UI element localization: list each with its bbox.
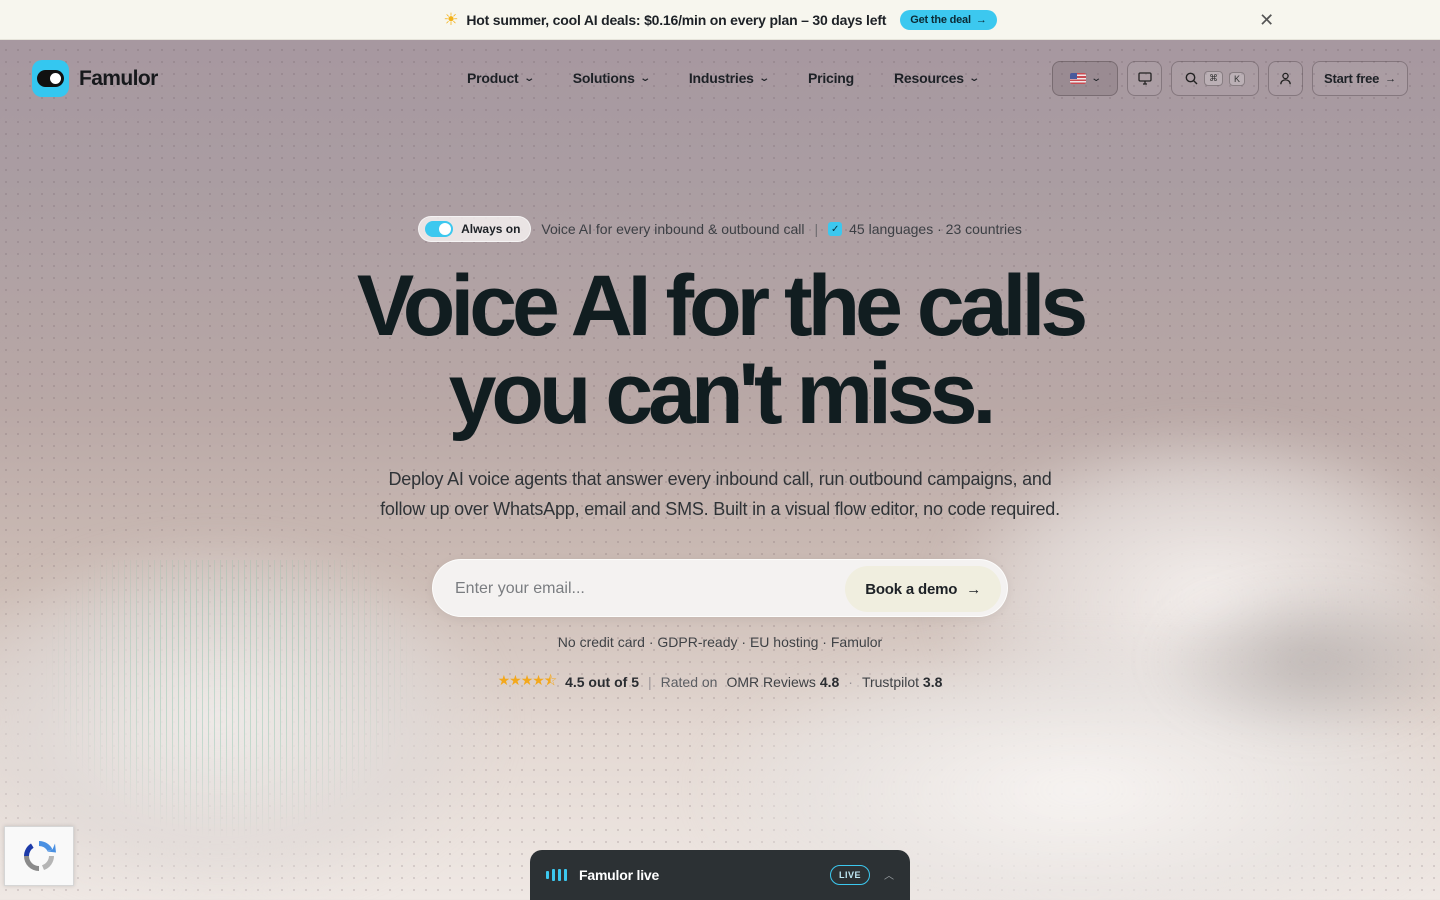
fine-print: No credit card · GDPR-ready · EU hosting… bbox=[557, 634, 883, 650]
dot-separator: · bbox=[848, 674, 853, 690]
chevron-up-icon[interactable]: ︿ bbox=[884, 867, 894, 882]
star-rating-icon: ★★★★⯪ bbox=[497, 672, 557, 688]
toggle-icon bbox=[425, 221, 454, 237]
email-input[interactable] bbox=[455, 576, 845, 602]
audio-bars-icon bbox=[546, 869, 567, 881]
trustpilot-score: 3.8 bbox=[922, 674, 943, 690]
command-key: ⌘ bbox=[1203, 71, 1223, 86]
toggle-logo-icon bbox=[32, 60, 69, 97]
chevron-down-icon: ⌄ bbox=[639, 72, 651, 84]
brand-name: Famulor bbox=[79, 66, 158, 90]
live-badge: LIVE bbox=[829, 865, 870, 885]
nav-item-solutions[interactable]: Solutions ⌄ bbox=[572, 70, 651, 86]
voice-wave-decoration bbox=[40, 560, 420, 840]
arrow-right-icon: → bbox=[966, 580, 981, 598]
live-title: Famulor live bbox=[579, 867, 660, 883]
trustpilot-label: Trustpilot bbox=[861, 674, 920, 690]
omr-reviews-link[interactable]: OMR Reviews 4.8 bbox=[726, 674, 839, 690]
nav-item-label: Product bbox=[467, 70, 519, 86]
hero-badge-row: Always on Voice AI for every inbound & o… bbox=[0, 216, 1440, 242]
rating-score: 4.5 out of 5 bbox=[565, 674, 639, 690]
k-key: K bbox=[1228, 71, 1245, 86]
user-icon bbox=[1280, 72, 1291, 85]
nav-item-resources[interactable]: Resources ⌄ bbox=[894, 70, 980, 86]
chevron-down-icon: ⌄ bbox=[968, 72, 980, 84]
nav-item-label: Solutions bbox=[572, 70, 635, 86]
nav-item-pricing[interactable]: Pricing bbox=[808, 70, 854, 86]
nav-item-label: Industries bbox=[688, 70, 754, 86]
start-free-button[interactable]: Start free → bbox=[1312, 61, 1408, 96]
always-on-label: Always on bbox=[461, 222, 521, 236]
always-on-pill: Always on bbox=[418, 216, 532, 242]
cloud-decoration bbox=[1150, 580, 1440, 740]
close-icon[interactable]: ✕ bbox=[1259, 10, 1274, 31]
sun-icon: ☀ bbox=[443, 9, 459, 29]
nav-item-industries[interactable]: Industries ⌄ bbox=[688, 70, 770, 86]
search-button[interactable]: ⌘ K bbox=[1171, 61, 1259, 96]
book-demo-label: Book a demo bbox=[865, 580, 958, 598]
nav-item-label: Resources bbox=[894, 70, 964, 86]
email-signup-form: Book a demo → bbox=[432, 559, 1008, 617]
famulor-live-bar[interactable]: Famulor live LIVE ︿ bbox=[530, 850, 910, 900]
checkmark-icon: ✓ bbox=[828, 222, 843, 236]
nav-item-product[interactable]: Product ⌄ bbox=[467, 70, 535, 86]
main-nav: Famulor Product ⌄ Solutions ⌄ Industries… bbox=[0, 58, 1440, 100]
promo-text: Hot summer, cool AI deals: $0.16/min on … bbox=[466, 11, 887, 28]
hero-title: Voice AI for the calls you can't miss. bbox=[0, 262, 1440, 438]
recaptcha-icon bbox=[24, 841, 56, 871]
hero-title-line1: Voice AI for the calls bbox=[356, 258, 1088, 354]
omr-score: 4.8 bbox=[819, 674, 840, 690]
omr-label: OMR Reviews bbox=[726, 674, 816, 690]
divider: | bbox=[647, 674, 652, 690]
divider: | bbox=[814, 221, 819, 237]
arrow-right-icon: → bbox=[975, 13, 987, 26]
chevron-down-icon: ⌄ bbox=[522, 72, 535, 84]
account-button[interactable] bbox=[1268, 61, 1303, 96]
get-the-deal-label: Get the deal bbox=[910, 13, 971, 26]
us-flag-icon bbox=[1069, 73, 1086, 84]
get-the-deal-button[interactable]: Get the deal → bbox=[900, 9, 997, 30]
arrow-right-icon: → bbox=[1385, 72, 1396, 85]
language-selector[interactable]: ⌄ bbox=[1052, 61, 1118, 96]
ratings-row: ★★★★⯪ 4.5 out of 5 | Rated on OMR Review… bbox=[0, 670, 1440, 694]
promo-banner: ☀ Hot summer, cool AI deals: $0.16/min o… bbox=[0, 0, 1440, 40]
languages-text: 45 languages · 23 countries bbox=[849, 221, 1022, 237]
cloud-decoration bbox=[0, 540, 500, 900]
desktop-view-button[interactable] bbox=[1127, 61, 1162, 96]
nav-item-label: Pricing bbox=[807, 70, 855, 86]
hero-title-line2: you can't miss. bbox=[448, 346, 997, 442]
book-demo-button[interactable]: Book a demo → bbox=[845, 566, 1001, 612]
search-icon bbox=[1185, 72, 1198, 85]
start-free-label: Start free bbox=[1324, 71, 1380, 86]
hero-tagline: Voice AI for every inbound & outbound ca… bbox=[541, 221, 805, 237]
chevron-down-icon: ⌄ bbox=[758, 72, 770, 84]
rated-on-label: Rated on bbox=[660, 674, 718, 690]
monitor-icon bbox=[1137, 72, 1152, 85]
nav-menu: Product ⌄ Solutions ⌄ Industries ⌄ Prici… bbox=[467, 70, 1018, 86]
trustpilot-link[interactable]: Trustpilot 3.8 bbox=[862, 674, 942, 690]
brand-logo[interactable]: Famulor bbox=[32, 60, 158, 97]
nav-actions: ⌄ ⌘ K Start free → bbox=[1052, 61, 1408, 96]
recaptcha-badge[interactable] bbox=[4, 826, 74, 886]
hero-subtitle: Deploy AI voice agents that answer every… bbox=[380, 469, 1060, 519]
chevron-down-icon: ⌄ bbox=[1090, 73, 1102, 84]
